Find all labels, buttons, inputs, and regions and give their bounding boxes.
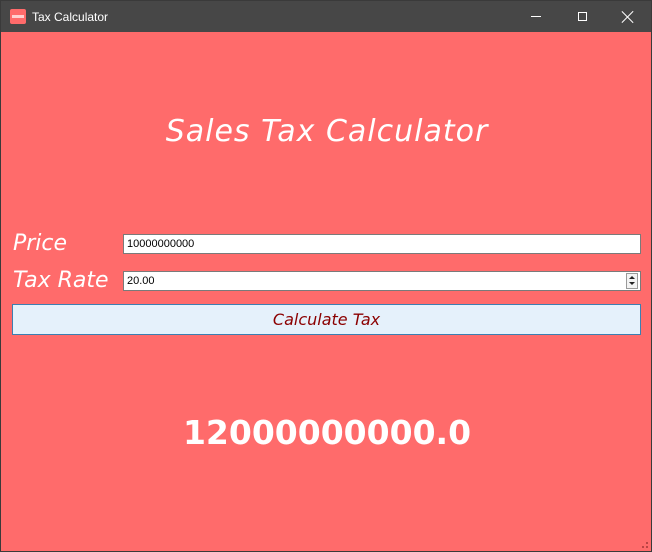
close-button[interactable] <box>605 1 651 32</box>
price-input[interactable]: 10000000000 <box>123 234 641 254</box>
title-bar[interactable]: Tax Calculator <box>1 1 651 32</box>
tax-rate-label: Tax Rate <box>13 268 109 293</box>
spin-buttons <box>626 273 638 289</box>
maximize-icon <box>577 12 587 21</box>
result-value: 12000000000.0 <box>182 413 472 452</box>
tax-rate-value: 20.00 <box>127 275 155 287</box>
app-window: Tax Calculator Sales Tax Calculator Pric… <box>0 0 652 552</box>
page-title: Sales Tax Calculator <box>165 114 489 149</box>
app-icon <box>10 9 26 24</box>
minimize-icon <box>531 16 541 17</box>
spin-up-icon[interactable] <box>627 274 637 281</box>
resize-grip-icon[interactable] <box>638 538 648 548</box>
maximize-button[interactable] <box>559 1 605 32</box>
price-label: Price <box>13 231 68 256</box>
spin-down-icon[interactable] <box>627 281 637 288</box>
minimize-button[interactable] <box>513 1 559 32</box>
tax-rate-spinbox[interactable]: 20.00 <box>123 271 641 291</box>
close-icon <box>622 11 634 23</box>
calculate-tax-button[interactable]: Calculate Tax <box>12 304 641 335</box>
window-title: Tax Calculator <box>32 10 109 24</box>
